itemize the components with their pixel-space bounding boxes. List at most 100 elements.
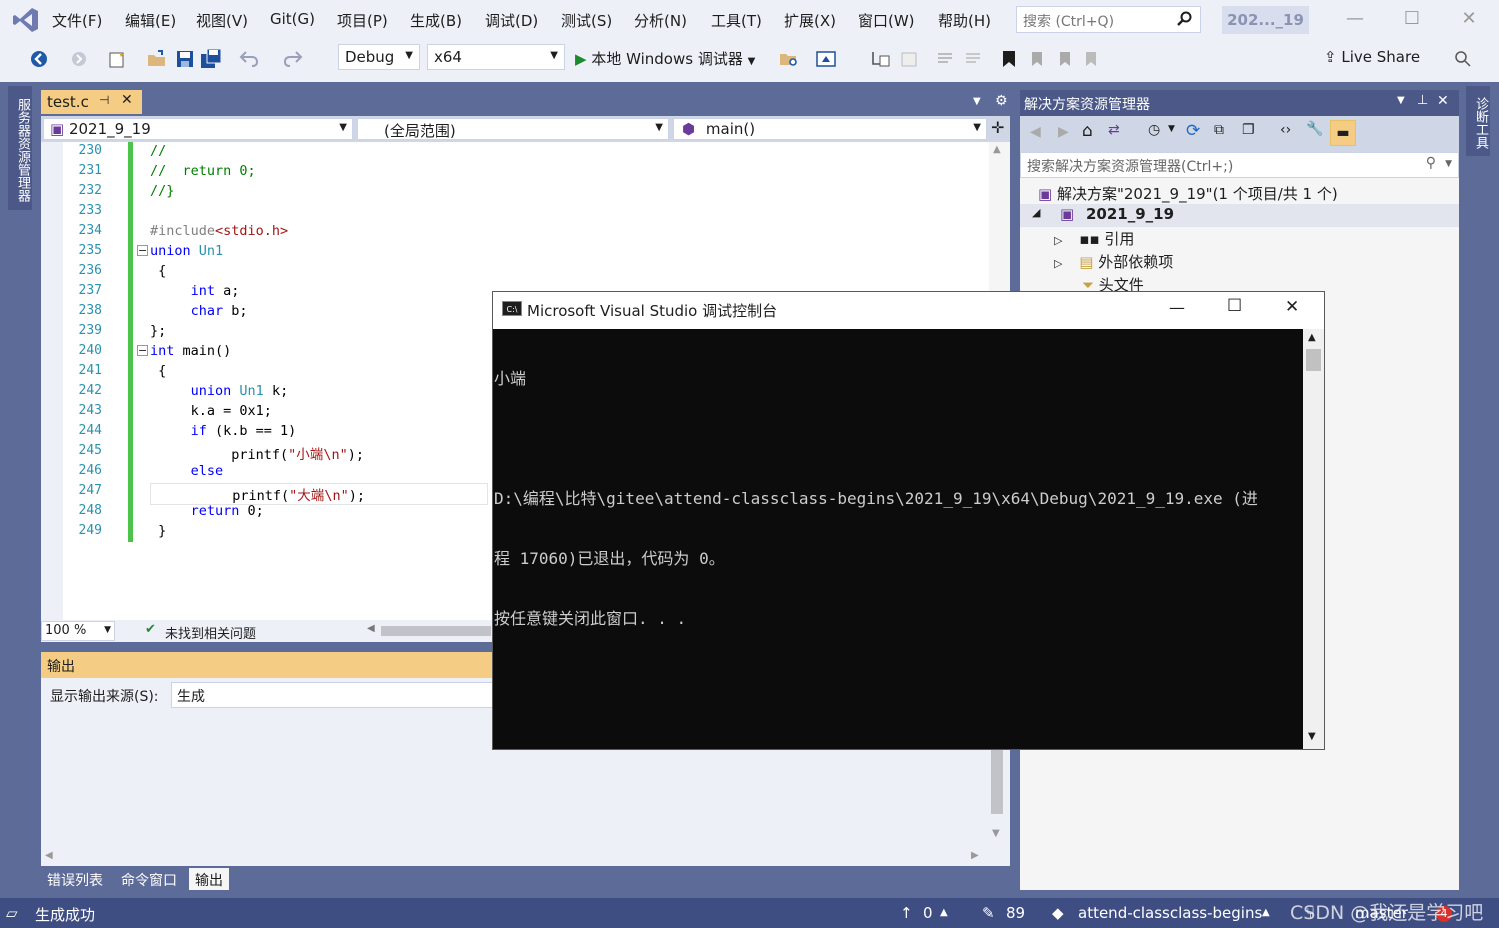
scroll-up-icon[interactable]: ▲ bbox=[1308, 332, 1316, 343]
show-all-files-icon[interactable]: ❐ bbox=[1242, 122, 1255, 138]
forward-icon[interactable] bbox=[68, 48, 90, 70]
collapse-all-icon[interactable]: ⧉ bbox=[1214, 122, 1224, 138]
feedback-icon[interactable] bbox=[1452, 48, 1474, 70]
pending-changes-icon[interactable]: ◷ bbox=[1148, 122, 1160, 138]
close-icon[interactable]: ✕ bbox=[1437, 93, 1449, 109]
tree-references-node[interactable]: ▷ ▪▪ 引用 bbox=[1054, 228, 1134, 249]
console-close-button[interactable]: ✕ bbox=[1285, 297, 1299, 317]
repository-name[interactable]: attend-classclass-begins bbox=[1078, 904, 1262, 922]
collapse-union-icon[interactable]: − bbox=[137, 245, 148, 256]
output-scroll-thumb[interactable] bbox=[991, 750, 1003, 814]
document-tab-test-c[interactable]: test.c ⊣ ✕ bbox=[41, 90, 142, 114]
menu-item[interactable]: 视图(V) bbox=[196, 10, 248, 31]
minimize-button[interactable]: — bbox=[1340, 8, 1370, 32]
uncomment-lines-icon[interactable] bbox=[962, 48, 984, 70]
split-editor-icon[interactable]: ✛ bbox=[991, 118, 1004, 137]
solution-name-badge[interactable]: 202..._19 bbox=[1222, 6, 1309, 34]
chevron-up-icon[interactable]: ▲ bbox=[940, 907, 948, 918]
pin-icon[interactable]: ⊥ bbox=[1417, 93, 1428, 108]
redo-icon[interactable] bbox=[282, 48, 304, 70]
scroll-up-icon[interactable]: ▲ bbox=[993, 144, 1001, 155]
expand-triangle-icon[interactable]: ▷ bbox=[1054, 234, 1062, 247]
horizontal-scroll-thumb[interactable] bbox=[381, 626, 491, 636]
project-combo[interactable]: ▣ 2021_9_19 ▼ bbox=[43, 118, 353, 140]
step-into-icon[interactable] bbox=[870, 48, 892, 70]
tree-external-deps-node[interactable]: ▷ ▤ 外部依赖项 bbox=[1054, 251, 1173, 272]
scroll-down-icon[interactable]: ▼ bbox=[1308, 731, 1316, 742]
menu-item[interactable]: 工具(T) bbox=[711, 10, 762, 31]
zoom-select[interactable]: 100 % ▼ bbox=[41, 621, 115, 641]
tab-error-list[interactable]: 错误列表 bbox=[41, 868, 109, 890]
menu-item[interactable]: 调试(D) bbox=[485, 10, 538, 31]
settings-gear-icon[interactable]: ⚙ bbox=[995, 93, 1008, 109]
chevron-up-icon[interactable]: ▲ bbox=[1262, 907, 1270, 918]
chevron-down-icon[interactable]: ▼ bbox=[1168, 124, 1175, 134]
scroll-right-icon[interactable]: ▶ bbox=[971, 850, 979, 861]
console-title-bar[interactable]: C:\ Microsoft Visual Studio 调试控制台 — ☐ ✕ bbox=[493, 292, 1324, 329]
back-icon[interactable]: ◀ bbox=[1030, 124, 1041, 140]
new-project-icon[interactable] bbox=[106, 48, 128, 70]
step-over-icon[interactable] bbox=[898, 48, 920, 70]
maximize-button[interactable]: ☐ bbox=[1397, 8, 1427, 32]
member-combo[interactable]: ⬢ main() ▼ bbox=[673, 118, 987, 140]
console-scrollbar[interactable]: ▲ ▼ bbox=[1303, 329, 1324, 749]
start-debugging-button[interactable]: ▶ 本地 Windows 调试器 ▼ bbox=[575, 48, 755, 69]
console-maximize-button[interactable]: ☐ bbox=[1227, 296, 1242, 316]
clear-bookmarks-icon[interactable] bbox=[1080, 48, 1102, 70]
tab-overflow-chevron-icon[interactable]: ▼ bbox=[973, 96, 981, 107]
unpushed-count[interactable]: 0 bbox=[923, 904, 933, 922]
scroll-down-icon[interactable]: ▼ bbox=[992, 828, 1000, 839]
menu-item[interactable]: 分析(N) bbox=[634, 10, 687, 31]
search-input[interactable]: 搜索 (Ctrl+Q) bbox=[1016, 6, 1201, 33]
scope-combo[interactable]: (全局范围) ▼ bbox=[357, 118, 669, 140]
bookmark-icon[interactable] bbox=[998, 48, 1020, 70]
open-folder-icon[interactable] bbox=[146, 48, 168, 70]
sync-icon[interactable]: ⟳ bbox=[1186, 121, 1200, 141]
expand-triangle-icon[interactable]: ▷ bbox=[1054, 257, 1062, 270]
comment-lines-icon[interactable] bbox=[934, 48, 956, 70]
menu-item[interactable]: 生成(B) bbox=[410, 10, 462, 31]
collapse-main-icon[interactable]: − bbox=[137, 345, 148, 356]
changes-count[interactable]: 89 bbox=[1006, 904, 1025, 922]
menu-item[interactable]: 帮助(H) bbox=[938, 10, 991, 31]
chevron-down-icon[interactable]: ▼ bbox=[1445, 159, 1452, 169]
menu-item[interactable]: Git(G) bbox=[270, 10, 315, 28]
tree-solution-node[interactable]: ▣ 解决方案"2021_9_19"(1 个项目/共 1 个) bbox=[1038, 183, 1338, 204]
save-all-icon[interactable] bbox=[200, 48, 222, 70]
preview-selected-icon[interactable]: ▬ bbox=[1330, 120, 1356, 146]
prev-bookmark-icon[interactable] bbox=[1026, 48, 1048, 70]
switch-views-icon[interactable]: ⇄ bbox=[1108, 122, 1120, 138]
undo-icon[interactable] bbox=[238, 48, 260, 70]
chevron-down-icon[interactable]: ▼ bbox=[1397, 95, 1405, 106]
folder-find-icon[interactable] bbox=[778, 48, 800, 70]
view-code-icon[interactable]: ‹› bbox=[1280, 122, 1291, 138]
menu-item[interactable]: 项目(P) bbox=[337, 10, 388, 31]
solution-search-input[interactable]: 搜索解决方案资源管理器(Ctrl+;) ⚲ ▼ bbox=[1020, 152, 1459, 178]
scroll-left-icon[interactable]: ◀ bbox=[367, 623, 375, 634]
next-bookmark-icon[interactable] bbox=[1054, 48, 1076, 70]
live-share-button[interactable]: ⇪ Live Share bbox=[1324, 48, 1420, 66]
home-icon[interactable]: ⌂ bbox=[1082, 121, 1093, 141]
console-scroll-thumb[interactable] bbox=[1306, 349, 1321, 371]
close-tab-icon[interactable]: ✕ bbox=[121, 92, 133, 108]
diagnostic-tools-rail-tab[interactable]: 诊断工具 bbox=[1466, 86, 1490, 156]
platform-select[interactable]: x64 ▼ bbox=[427, 44, 565, 70]
pin-icon[interactable]: ⊣ bbox=[99, 93, 109, 107]
tree-project-node[interactable]: ◢ ▣ 2021_9_19 bbox=[1020, 204, 1459, 227]
scroll-left-icon[interactable]: ◀ bbox=[45, 850, 53, 861]
close-button[interactable]: ✕ bbox=[1454, 8, 1484, 32]
forward-icon[interactable]: ▶ bbox=[1058, 124, 1069, 140]
menu-item[interactable]: 文件(F) bbox=[52, 10, 102, 31]
console-minimize-button[interactable]: — bbox=[1169, 298, 1185, 317]
properties-wrench-icon[interactable]: 🔧 bbox=[1306, 121, 1323, 137]
back-icon[interactable] bbox=[28, 48, 50, 70]
issues-status[interactable]: 未找到相关问题 bbox=[165, 623, 256, 642]
collapse-triangle-icon[interactable]: ◢ bbox=[1032, 206, 1040, 219]
server-explorer-rail-tab[interactable]: 服务器资源管理器 bbox=[8, 86, 32, 210]
menu-item[interactable]: 测试(S) bbox=[561, 10, 612, 31]
browser-link-icon[interactable] bbox=[815, 48, 837, 70]
configuration-select[interactable]: Debug ▼ bbox=[338, 44, 420, 70]
save-icon[interactable] bbox=[174, 48, 196, 70]
menu-item[interactable]: 编辑(E) bbox=[125, 10, 176, 31]
menu-item[interactable]: 扩展(X) bbox=[784, 10, 836, 31]
